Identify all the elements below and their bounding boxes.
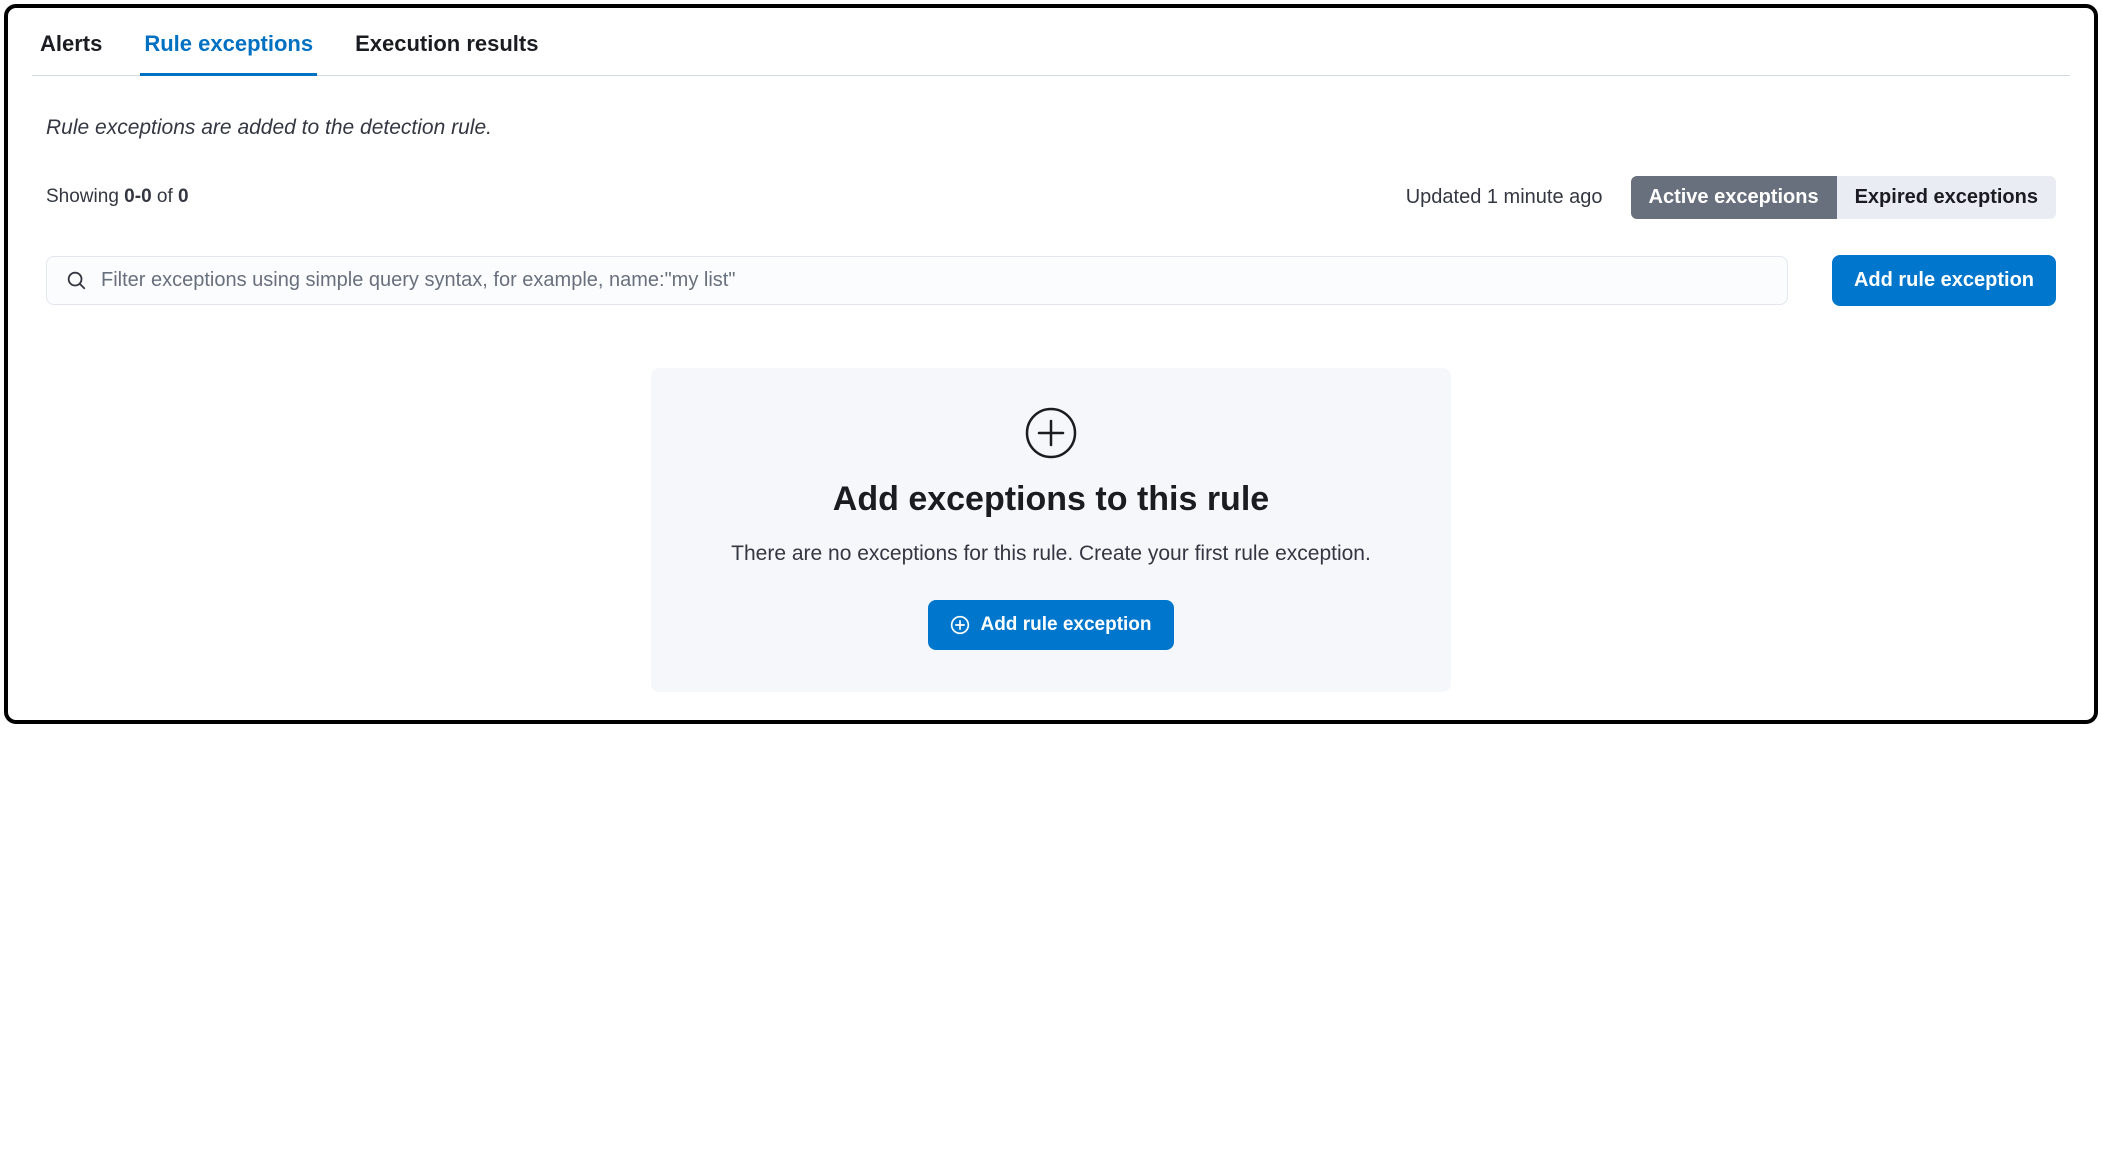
tab-alerts[interactable]: Alerts (36, 20, 106, 76)
toggle-active-exceptions[interactable]: Active exceptions (1631, 176, 1837, 219)
tabs-bar: Alerts Rule exceptions Execution results (32, 20, 2070, 76)
last-updated: Updated 1 minute ago (1406, 186, 1603, 209)
showing-of: of (152, 186, 178, 207)
empty-state-title: Add exceptions to this rule (695, 480, 1407, 519)
showing-range: 0-0 (124, 186, 151, 207)
empty-state-add-button-label: Add rule exception (980, 614, 1151, 636)
empty-state-card: Add exceptions to this rule There are no… (651, 368, 1451, 693)
showing-prefix: Showing (46, 186, 124, 207)
add-rule-exception-button[interactable]: Add rule exception (1832, 255, 2056, 306)
page-description: Rule exceptions are added to the detecti… (46, 116, 2070, 140)
search-icon (65, 269, 87, 291)
plus-circle-icon (1024, 406, 1078, 460)
showing-total: 0 (178, 186, 189, 207)
search-box[interactable] (46, 256, 1788, 305)
empty-state-description: There are no exceptions for this rule. C… (695, 537, 1407, 571)
tab-rule-exceptions[interactable]: Rule exceptions (140, 20, 317, 76)
toggle-expired-exceptions[interactable]: Expired exceptions (1837, 176, 2056, 219)
exception-state-toggle: Active exceptions Expired exceptions (1631, 176, 2056, 219)
empty-state-add-button[interactable]: Add rule exception (928, 600, 1173, 650)
search-input[interactable] (101, 269, 1769, 292)
status-row: Showing 0-0 of 0 Updated 1 minute ago Ac… (46, 176, 2056, 219)
showing-count: Showing 0-0 of 0 (46, 186, 189, 208)
plus-circle-icon (950, 615, 970, 635)
search-row: Add rule exception (46, 255, 2056, 306)
tab-execution-results[interactable]: Execution results (351, 20, 542, 76)
